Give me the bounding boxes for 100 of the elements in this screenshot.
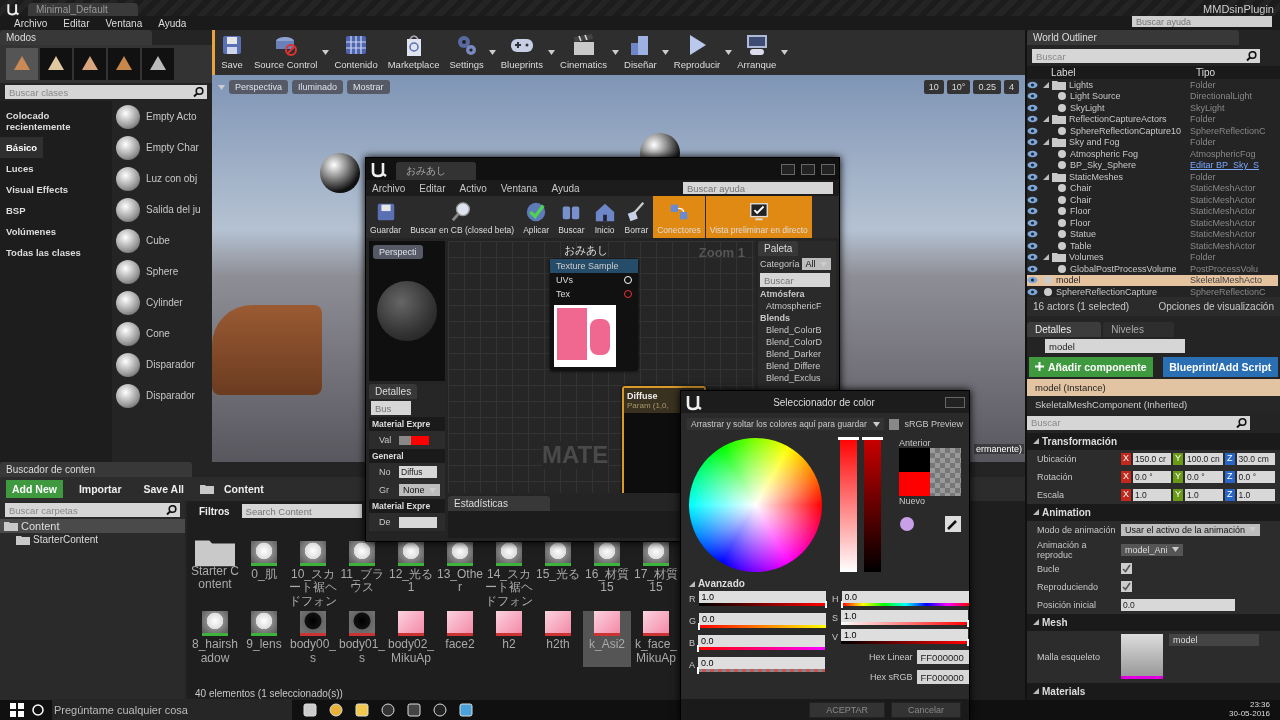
asset-dropdown[interactable]: model_Ani <box>1121 543 1183 556</box>
folder-tree-item[interactable]: StarterContent <box>0 533 185 546</box>
asset-dropdown[interactable]: model <box>1169 634 1259 647</box>
palette-item[interactable]: Blend_Differe <box>758 360 836 372</box>
expand-arrow-icon[interactable] <box>1043 81 1049 88</box>
actor-item[interactable]: Sphere <box>146 266 179 277</box>
number-field[interactable]: 150.0 cr <box>1133 452 1171 465</box>
add-component-button[interactable]: Añadir componente <box>1029 356 1153 377</box>
color-wheel-icon[interactable] <box>899 516 915 532</box>
caret-icon[interactable] <box>488 50 496 55</box>
palette-group[interactable]: Atmósfera <box>758 288 836 300</box>
actor-item[interactable]: Empty Char <box>146 142 199 153</box>
actor-item[interactable]: Luz con obj <box>146 173 198 184</box>
eye-icon[interactable] <box>1027 103 1038 112</box>
channel-slider[interactable]: 1.0 <box>841 629 969 644</box>
eye-icon[interactable] <box>1027 115 1038 124</box>
mode-button[interactable] <box>40 48 72 80</box>
help-search-field[interactable]: Buscar ayuda <box>683 182 833 194</box>
filters-button[interactable]: Filtros <box>193 504 236 518</box>
eye-icon[interactable] <box>1027 172 1038 181</box>
palette-item[interactable]: Blend_Darker <box>758 348 836 360</box>
asset-tile[interactable]: 10_スカート裾ヘドフォン <box>289 541 337 611</box>
menu-item[interactable]: Ventana <box>500 182 538 194</box>
dropdown[interactable]: Usar el activo de la animación <box>1121 523 1261 536</box>
viewport-button[interactable]: Perspectiva <box>229 80 289 94</box>
column-header[interactable]: Tipo <box>1196 67 1274 78</box>
text-field[interactable]: Diffus <box>399 466 437 478</box>
outliner-row[interactable]: SkyLight SkyLight <box>1027 102 1278 114</box>
outliner-row[interactable]: Floor StaticMeshActor <box>1027 205 1278 217</box>
outliner-row[interactable]: SphereReflectionCapture SphereReflectionC <box>1027 286 1278 298</box>
menu-item[interactable]: Ayuda <box>551 182 580 194</box>
menu-item[interactable]: Activo <box>459 182 487 194</box>
asset-tile[interactable]: 9_lens <box>240 611 288 668</box>
outliner-row[interactable]: BP_Sky_Sphere Editar BP_Sky_S <box>1027 159 1278 171</box>
caret-icon[interactable] <box>1171 547 1179 553</box>
eye-icon[interactable] <box>1027 149 1038 158</box>
outliner-row[interactable]: model SkeletalMeshActo <box>1027 274 1278 286</box>
toolbar-button[interactable]: Marketplace <box>382 31 445 74</box>
dialog-button[interactable]: Cancelar <box>890 702 961 718</box>
category-item[interactable]: Volúmenes <box>0 221 62 242</box>
checkbox[interactable] <box>888 418 900 430</box>
asset-tile[interactable]: face2 <box>436 611 484 668</box>
mode-button[interactable] <box>74 48 106 80</box>
eye-icon[interactable] <box>1027 230 1038 239</box>
folder-tree-item[interactable]: Content <box>0 519 185 533</box>
collapse-arrow-icon[interactable] <box>1033 438 1039 445</box>
category-item[interactable]: Colocado recientemente <box>0 105 112 137</box>
document-tab[interactable]: Minimal_Default <box>28 3 138 16</box>
slider-thumb[interactable] <box>840 601 843 608</box>
toolbar-button[interactable]: Cinematics <box>555 31 612 74</box>
number-field[interactable]: 0.0 ° <box>1236 470 1275 483</box>
slider-thumb[interactable] <box>838 437 859 440</box>
outliner-row[interactable]: GlobalPostProcessVolume PostProcessVolu <box>1027 263 1278 275</box>
slider-thumb[interactable] <box>862 437 883 440</box>
outliner-row[interactable]: Light Source DirectionalLight <box>1027 90 1278 102</box>
category-item[interactable]: Luces <box>0 158 40 179</box>
toolbar-button[interactable]: Importar <box>72 482 128 496</box>
details-search-field[interactable]: Buscar <box>1027 415 1233 430</box>
asset-tile[interactable]: 11_ブラウス <box>338 541 386 611</box>
menu-item[interactable]: Archivo <box>14 17 48 29</box>
toolbar-button[interactable]: Contenido <box>329 31 383 74</box>
viewport-button[interactable]: Iluminado <box>292 80 344 94</box>
swatch-drop-area[interactable]: Arrastrar y soltar los colores aquí para guardar <box>687 418 884 430</box>
edit-blueprint-link[interactable]: Editar BP_Sky_S <box>1190 160 1278 171</box>
asset-tile[interactable]: 15_光る <box>534 541 582 611</box>
column-header[interactable]: Label <box>1051 67 1196 78</box>
actor-item[interactable]: Cone <box>146 328 170 339</box>
outliner-row[interactable]: Lights Folder <box>1027 79 1278 91</box>
caret-icon[interactable] <box>872 421 880 427</box>
channel-slider[interactable]: 1.0 <box>698 591 826 606</box>
outliner-row[interactable]: Atmospheric Fog AtmosphericFog <box>1027 148 1278 160</box>
slider-thumb[interactable] <box>967 639 970 646</box>
number-field[interactable]: 1.0 <box>1185 488 1224 501</box>
view-options-button[interactable]: Opciones de visualización <box>1158 301 1274 313</box>
path-crumb[interactable]: Content <box>224 483 264 495</box>
mode-button[interactable] <box>108 48 140 80</box>
panel-tab[interactable]: Detalles <box>1027 322 1102 338</box>
checkbox[interactable] <box>1121 563 1132 575</box>
caret-icon[interactable] <box>548 50 555 55</box>
eye-icon[interactable] <box>1027 276 1038 285</box>
eye-icon[interactable] <box>1027 161 1038 170</box>
eye-icon[interactable] <box>1027 218 1038 227</box>
menu-item[interactable]: Archivo <box>372 182 406 194</box>
text-field[interactable] <box>399 516 437 528</box>
eye-icon[interactable] <box>1027 184 1038 193</box>
actor-item[interactable]: Salida del ju <box>146 204 201 215</box>
eye-icon[interactable] <box>1027 138 1038 147</box>
actor-item[interactable]: Cube <box>146 235 170 246</box>
caret-icon[interactable] <box>322 50 330 55</box>
actor-item[interactable]: Cylinder <box>146 297 183 308</box>
category-item[interactable]: Básico <box>0 137 44 158</box>
eye-icon[interactable] <box>1027 287 1038 296</box>
caret-icon[interactable] <box>661 50 669 55</box>
eye-icon[interactable] <box>1027 241 1038 250</box>
panel-tab[interactable]: Niveles <box>1103 322 1174 338</box>
collapse-arrow-icon[interactable] <box>1033 619 1039 626</box>
asset-tile[interactable]: body00_s <box>289 611 337 668</box>
outliner-row[interactable]: Statue StaticMeshActor <box>1027 228 1278 240</box>
close-button[interactable] <box>945 396 965 408</box>
outliner-row[interactable]: Floor StaticMeshActor <box>1027 217 1278 229</box>
